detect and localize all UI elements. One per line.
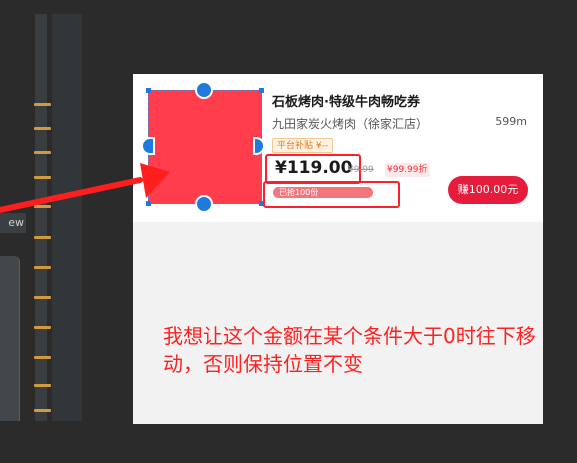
selection-handle-icon[interactable] xyxy=(141,137,155,155)
ruler-tick xyxy=(34,266,51,269)
ruler-tick xyxy=(34,296,51,299)
selection-corner-icon xyxy=(146,201,151,206)
distance: 599m xyxy=(495,115,527,128)
subsidy-tag: 平台补贴 ¥-- xyxy=(272,138,334,153)
shop-name: 九田家炭火烤肉（徐家汇店） xyxy=(272,117,429,131)
sold-count: 已抢100份 xyxy=(279,188,319,197)
original-price: ¥9.99 xyxy=(348,165,374,175)
selected-image[interactable] xyxy=(141,81,265,213)
ruler-tick xyxy=(34,356,51,359)
bottom-band xyxy=(0,421,577,463)
discount-tag: ¥99.99折 xyxy=(385,163,430,177)
price: ¥119.00 xyxy=(275,158,353,178)
ruler-tick xyxy=(34,176,51,179)
selection-handle-icon[interactable] xyxy=(253,137,265,155)
selection-handle-icon[interactable] xyxy=(195,81,213,99)
coupon-card[interactable]: 石板烤肉·特级牛肉畅吃券 九田家炭火烤肉（徐家汇店） 599m 平台补贴 ¥--… xyxy=(133,74,543,222)
editor-ruler-strip xyxy=(52,14,82,424)
ruler-tick xyxy=(34,127,51,130)
selection-corner-icon xyxy=(146,88,151,93)
ruler-tick xyxy=(34,103,51,106)
side-panel xyxy=(0,256,20,426)
selection-corner-icon xyxy=(259,88,264,93)
ruler-tick xyxy=(34,151,51,154)
earn-button[interactable]: 赚100.00元 xyxy=(448,176,528,204)
ruler-tick xyxy=(34,384,51,387)
ruler-tick xyxy=(34,236,51,239)
deal-title: 石板烤肉·特级牛肉畅吃券 xyxy=(272,95,420,110)
annotation-note: 我想让这个金额在某个条件大于0时往下移动，否则保持位置不变 xyxy=(163,324,536,376)
selection-handle-icon[interactable] xyxy=(195,195,213,213)
ruler-tick xyxy=(34,205,51,208)
view-tab[interactable]: ew xyxy=(0,213,26,233)
ruler-tick xyxy=(34,409,51,412)
ruler-tick xyxy=(34,326,51,329)
